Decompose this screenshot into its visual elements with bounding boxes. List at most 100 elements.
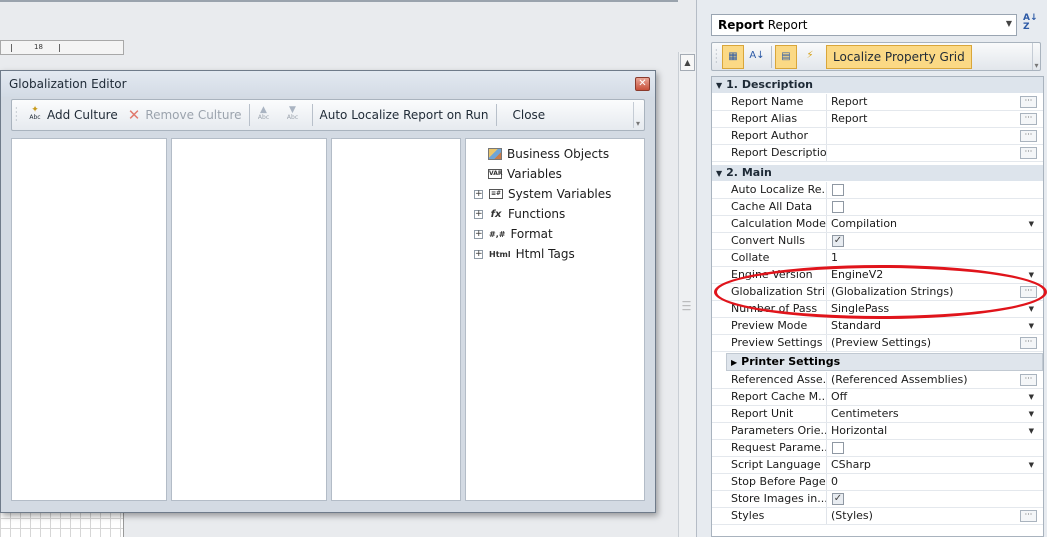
object-selector-combo[interactable]: Report Report ▼ xyxy=(711,14,1017,36)
printer-settings-subcategory[interactable]: ▶ Printer Settings xyxy=(726,353,1043,371)
collapse-triangle-icon[interactable]: ▼ xyxy=(716,169,722,178)
strings-list[interactable] xyxy=(331,138,461,501)
property-row[interactable]: Convert Nulls ✓ xyxy=(712,233,1043,250)
toolbar-grip-icon[interactable]: · · · · xyxy=(715,46,721,66)
remove-culture-button[interactable]: ✕ Remove Culture xyxy=(123,103,247,127)
chevron-down-icon[interactable]: ▼ xyxy=(1029,423,1034,439)
events-lightning-icon[interactable]: ⚡ xyxy=(799,45,821,69)
property-value-cell[interactable]: Report ··· xyxy=(829,94,1039,110)
property-row[interactable]: Report Unit Centimeters ▼ xyxy=(712,406,1043,423)
property-value-cell[interactable]: Off ▼ xyxy=(829,389,1039,405)
property-value-cell[interactable]: ✓ xyxy=(829,491,1039,507)
property-row[interactable]: Cache All Data xyxy=(712,199,1043,216)
window-titlebar[interactable]: Globalization Editor ✕ xyxy=(1,71,655,97)
ellipsis-button[interactable]: ··· xyxy=(1020,510,1037,522)
chevron-down-icon[interactable]: ▼ xyxy=(1029,318,1034,334)
sort-alphabetical-icon[interactable]: A↓ Z xyxy=(1023,14,1045,36)
property-row[interactable]: Parameters Orie... Horizontal ▼ xyxy=(712,423,1043,440)
tree-item-variables[interactable]: VAR Variables xyxy=(488,165,562,183)
property-row[interactable]: Calculation Mode Compilation ▼ xyxy=(712,216,1043,233)
expand-icon[interactable]: + xyxy=(474,249,483,259)
property-value-cell[interactable]: (Referenced Assemblies) ··· xyxy=(829,372,1039,388)
property-row[interactable]: Auto Localize Re... xyxy=(712,182,1043,199)
property-row[interactable]: Store Images in... ✓ xyxy=(712,491,1043,508)
cultures-list[interactable] xyxy=(11,138,167,501)
property-row[interactable]: Report Name Report ··· xyxy=(712,94,1043,111)
property-value-cell[interactable] xyxy=(829,182,1039,198)
property-value-cell[interactable]: Centimeters ▼ xyxy=(829,406,1039,422)
toolbar-overflow-icon[interactable]: ▾ xyxy=(1032,43,1040,70)
property-value-cell[interactable]: Compilation ▼ xyxy=(829,216,1039,232)
property-row[interactable]: Script Language CSharp ▼ xyxy=(712,457,1043,474)
category-header[interactable]: ▼ 1. Description xyxy=(712,77,1043,93)
checkbox[interactable]: ✓ xyxy=(832,235,844,247)
property-row[interactable]: Referenced Asse... (Referenced Assemblies… xyxy=(712,372,1043,389)
property-row[interactable]: Report Description ··· xyxy=(712,145,1043,162)
ellipsis-button[interactable]: ··· xyxy=(1020,374,1037,386)
expand-icon[interactable]: + xyxy=(474,229,483,239)
property-value-cell[interactable]: Standard ▼ xyxy=(829,318,1039,334)
alphabetical-view-button[interactable]: A↓ xyxy=(746,45,768,69)
expand-icon[interactable]: + xyxy=(474,189,483,199)
collapse-triangle-icon[interactable]: ▼ xyxy=(716,81,722,90)
property-value-cell[interactable]: ··· xyxy=(829,128,1039,144)
property-row[interactable]: Report Cache M... Off ▼ xyxy=(712,389,1043,406)
add-culture-button[interactable]: ✦ Abc Add Culture xyxy=(23,103,123,127)
checkbox[interactable] xyxy=(832,184,844,196)
checkbox[interactable]: ✓ xyxy=(832,493,844,505)
ellipsis-button[interactable]: ··· xyxy=(1020,147,1037,159)
property-row[interactable]: Stop Before Page 0 xyxy=(712,474,1043,491)
property-value-cell[interactable]: ✓ xyxy=(829,233,1039,249)
tree-item-system-variables[interactable]: + ≡# System Variables xyxy=(474,185,611,203)
property-value-cell[interactable]: Report ··· xyxy=(829,111,1039,127)
ellipsis-button[interactable]: ··· xyxy=(1020,130,1037,142)
property-value-cell[interactable]: Horizontal ▼ xyxy=(829,423,1039,439)
property-row[interactable]: Styles (Styles) ··· xyxy=(712,508,1043,525)
property-row[interactable]: Preview Settings (Preview Settings) ··· xyxy=(712,335,1043,352)
components-list[interactable] xyxy=(171,138,327,501)
tree-item-html-tags[interactable]: + Html Html Tags xyxy=(474,245,575,263)
property-value-cell[interactable] xyxy=(829,440,1039,456)
chevron-down-icon[interactable]: ▼ xyxy=(1029,406,1034,422)
property-value: Standard xyxy=(831,319,882,332)
ellipsis-button[interactable]: ··· xyxy=(1020,96,1037,108)
ellipsis-button[interactable]: ··· xyxy=(1020,337,1037,349)
expand-icon[interactable]: + xyxy=(474,209,483,219)
property-value-cell[interactable] xyxy=(829,199,1039,215)
checkbox[interactable] xyxy=(832,442,844,454)
property-value-cell[interactable]: ··· xyxy=(829,145,1039,161)
property-value-cell[interactable]: 1 xyxy=(829,250,1039,266)
designer-vertical-scrollbar[interactable]: ▲ — — — xyxy=(678,52,696,537)
window-close-button[interactable]: ✕ xyxy=(635,77,650,91)
move-up-culture-button[interactable]: ▲ Abc xyxy=(252,103,281,127)
localize-property-grid-button[interactable]: Localize Property Grid xyxy=(826,44,972,69)
category-header[interactable]: ▼ 2. Main xyxy=(712,165,1043,181)
scroll-up-arrow-icon[interactable]: ▲ xyxy=(680,54,695,71)
property-value-cell[interactable]: CSharp ▼ xyxy=(829,457,1039,473)
categorized-view-button[interactable]: ▦ xyxy=(722,44,744,69)
property-value-cell[interactable]: (Styles) ··· xyxy=(829,508,1039,524)
expand-triangle-icon[interactable]: ▶ xyxy=(731,358,737,367)
property-row[interactable]: Report Alias Report ··· xyxy=(712,111,1043,128)
scroll-grip-icon[interactable]: — — — xyxy=(682,298,692,315)
chevron-down-icon[interactable]: ▼ xyxy=(1006,19,1012,28)
property-row[interactable]: Preview Mode Standard ▼ xyxy=(712,318,1043,335)
auto-localize-report-button[interactable]: Auto Localize Report on Run xyxy=(315,103,494,127)
properties-tab-button[interactable]: ▤ xyxy=(775,44,797,69)
tree-item-format[interactable]: + #,# Format xyxy=(474,225,553,243)
property-value-cell[interactable]: (Preview Settings) ··· xyxy=(829,335,1039,351)
chevron-down-icon[interactable]: ▼ xyxy=(1029,389,1034,405)
close-button[interactable]: Close xyxy=(499,103,551,127)
property-value-cell[interactable]: 0 xyxy=(829,474,1039,490)
tree-item-business-objects[interactable]: Business Objects xyxy=(488,145,609,163)
ellipsis-button[interactable]: ··· xyxy=(1020,113,1037,125)
chevron-down-icon[interactable]: ▼ xyxy=(1029,216,1034,232)
chevron-down-icon[interactable]: ▼ xyxy=(1029,457,1034,473)
move-down-culture-button[interactable]: ▼ Abc xyxy=(281,103,310,127)
property-row[interactable]: Request Parame... xyxy=(712,440,1043,457)
toolbar-grip-icon[interactable]: · · · · xyxy=(15,105,23,125)
checkbox[interactable] xyxy=(832,201,844,213)
property-row[interactable]: Report Author ··· xyxy=(712,128,1043,145)
toolbar-overflow-icon[interactable]: ▾ xyxy=(633,102,642,128)
tree-item-functions[interactable]: + fx Functions xyxy=(474,205,565,223)
